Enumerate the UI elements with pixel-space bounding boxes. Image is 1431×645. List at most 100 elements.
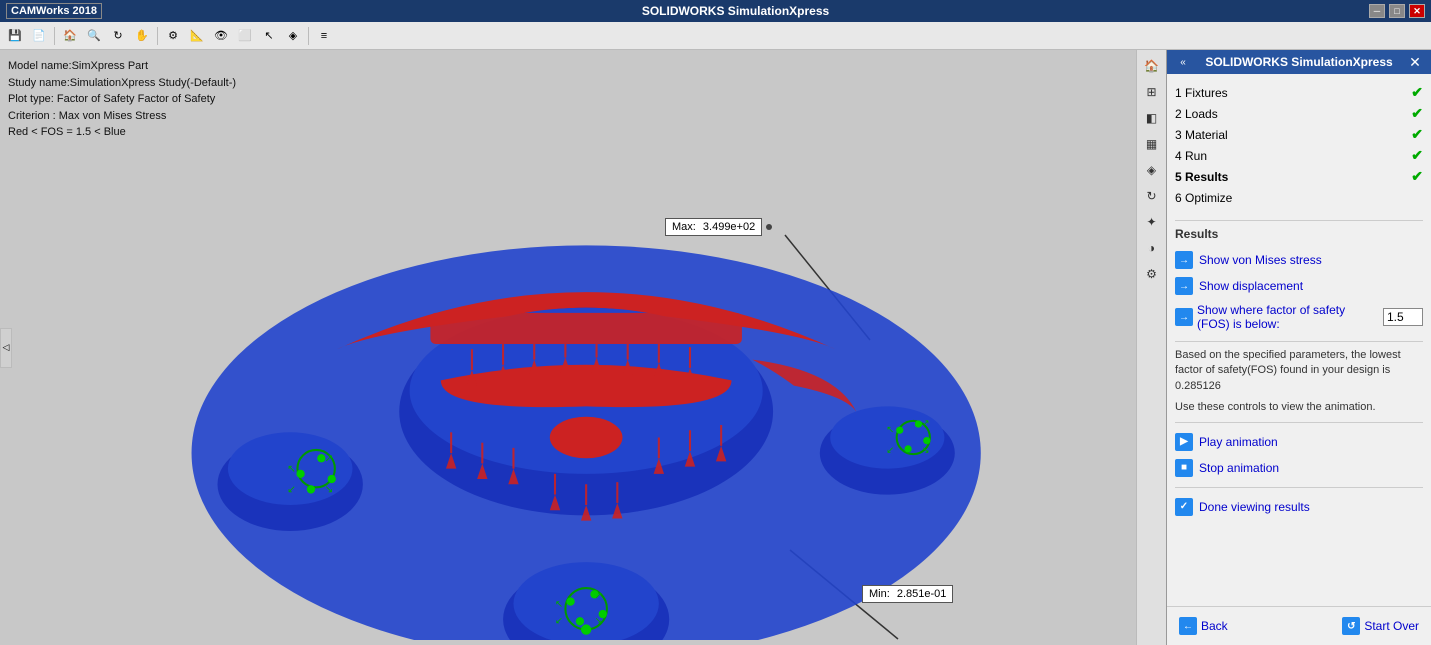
show-displacement-btn[interactable]: → Show displacement — [1175, 273, 1423, 299]
svg-text:↖: ↖ — [555, 599, 563, 609]
max-dot — [766, 224, 772, 230]
step-6: 6 Optimize ✔ — [1175, 187, 1423, 208]
app-name: CAMWorks 2018 — [6, 3, 102, 19]
step-6-check: ✔ — [1411, 189, 1423, 206]
toolbar-home[interactable]: 🏠 — [59, 25, 81, 47]
max-callout: Max: 3.499e+02 — [665, 218, 772, 236]
panel-close-button[interactable]: ✕ — [1407, 54, 1423, 70]
tool-zoom-fit[interactable]: ⊞ — [1140, 80, 1164, 104]
tool-display[interactable]: ◈ — [1140, 158, 1164, 182]
toolbar-display[interactable]: ◈ — [282, 25, 304, 47]
model-name: Model name:SimXpress Part — [8, 58, 236, 75]
fos-row: → Show where factor of safety (FOS) is b… — [1175, 299, 1423, 335]
toolbar-sep-3 — [308, 27, 309, 45]
stop-label: Stop animation — [1199, 461, 1279, 475]
toolbar-pan[interactable]: ✋ — [131, 25, 153, 47]
main-area: Model name:SimXpress Part Study name:Sim… — [0, 50, 1431, 645]
step-6-label: 6 Optimize — [1175, 191, 1411, 205]
toolbar-measure[interactable]: 📐 — [186, 25, 208, 47]
title-controls[interactable]: ─ □ ✕ — [1369, 4, 1425, 18]
panel-expand-button[interactable]: « — [1175, 54, 1191, 70]
tool-options[interactable]: ⚙ — [1140, 262, 1164, 286]
window-title: SOLIDWORKS SimulationXpress — [102, 4, 1369, 18]
toolbar-section[interactable]: ⬜ — [234, 25, 256, 47]
fos-icon: → — [1175, 308, 1193, 326]
done-label: Done viewing results — [1199, 500, 1310, 514]
toolbar-new[interactable]: 📄 — [28, 25, 50, 47]
step-4-check: ✔ — [1411, 147, 1423, 164]
simxpress-panel: « SOLIDWORKS SimulationXpress ✕ 1 Fixtur… — [1166, 50, 1431, 645]
min-callout: Min: 2.851e-01 — [862, 585, 953, 603]
step-2-check: ✔ — [1411, 105, 1423, 122]
tool-appearance[interactable]: ◑ — [1140, 236, 1164, 260]
step-5-label: 5 Results — [1175, 170, 1411, 184]
max-callout-box: Max: 3.499e+02 — [665, 218, 762, 236]
stop-animation-btn[interactable]: ■ Stop animation — [1175, 455, 1423, 481]
title-bar-left: CAMWorks 2018 — [6, 3, 102, 19]
svg-text:↘: ↘ — [922, 445, 930, 455]
show-von-mises-btn[interactable]: → Show von Mises stress — [1175, 247, 1423, 273]
close-button[interactable]: ✕ — [1409, 4, 1425, 18]
step-3-check: ✔ — [1411, 126, 1423, 143]
displacement-label: Show displacement — [1199, 279, 1303, 293]
step-5: 5 Results ✔ — [1175, 166, 1423, 187]
min-callout-box: Min: 2.851e-01 — [862, 585, 953, 603]
play-animation-btn[interactable]: ▶ Play animation — [1175, 429, 1423, 455]
toolbar-view[interactable]: 👁 — [210, 25, 232, 47]
title-bar: CAMWorks 2018 SOLIDWORKS SimulationXpres… — [0, 0, 1431, 22]
results-title: Results — [1175, 227, 1423, 241]
step-1-label: 1 Fixtures — [1175, 86, 1411, 100]
3d-model: ↖ ↗ ↘ ↙ ↖ ↗ ↘ ↙ — [30, 100, 1080, 640]
fos-label: Show where factor of safety (FOS) is bel… — [1197, 303, 1379, 331]
start-over-icon: ↺ — [1342, 617, 1360, 635]
panel-footer: ← Back ↺ Start Over — [1167, 606, 1431, 645]
step-4-label: 4 Run — [1175, 149, 1411, 163]
step-2: 2 Loads ✔ — [1175, 103, 1423, 124]
restore-button[interactable]: □ — [1389, 4, 1405, 18]
done-viewing-btn[interactable]: ✓ Done viewing results — [1175, 494, 1423, 520]
svg-text:↖: ↖ — [886, 424, 894, 434]
back-button[interactable]: ← Back — [1175, 615, 1232, 637]
toolbar-save[interactable]: 💾 — [4, 25, 26, 47]
steps-list: 1 Fixtures ✔ 2 Loads ✔ 3 Material ✔ 4 Ru… — [1175, 82, 1423, 208]
back-icon: ← — [1179, 617, 1197, 635]
toolbar-rotate[interactable]: ↻ — [107, 25, 129, 47]
left-collapse-tab[interactable]: ◁ — [0, 328, 12, 368]
toolbar-settings[interactable]: ⚙ — [162, 25, 184, 47]
step-1-check: ✔ — [1411, 84, 1423, 101]
step-1: 1 Fixtures ✔ — [1175, 82, 1423, 103]
svg-text:↙: ↙ — [555, 615, 563, 625]
tool-section[interactable]: ▦ — [1140, 132, 1164, 156]
divider-3 — [1175, 422, 1423, 423]
study-name: Study name:SimulationXpress Study(-Defau… — [8, 75, 236, 92]
start-over-button[interactable]: ↺ Start Over — [1338, 615, 1423, 637]
back-label: Back — [1201, 619, 1228, 633]
fos-input[interactable] — [1383, 308, 1423, 326]
tool-rotate-view[interactable]: ↻ — [1140, 184, 1164, 208]
divider-1 — [1175, 220, 1423, 221]
toolbar-sep-2 — [157, 27, 158, 45]
svg-text:↙: ↙ — [886, 445, 894, 455]
tool-prev-view[interactable]: ◧ — [1140, 106, 1164, 130]
toolbar: 💾 📄 🏠 🔍 ↻ ✋ ⚙ 📐 👁 ⬜ ↖ ◈ ≡ — [0, 22, 1431, 50]
toolbar-layers[interactable]: ≡ — [313, 25, 335, 47]
minimize-button[interactable]: ─ — [1369, 4, 1385, 18]
svg-text:↗: ↗ — [594, 590, 602, 600]
step-5-check: ✔ — [1411, 168, 1423, 185]
min-value: 2.851e-01 — [897, 588, 947, 600]
play-icon: ▶ — [1175, 433, 1193, 451]
tool-home[interactable]: 🏠 — [1140, 54, 1164, 78]
start-over-label: Start Over — [1364, 619, 1419, 633]
svg-text:↖: ↖ — [287, 464, 296, 475]
panel-header: « SOLIDWORKS SimulationXpress ✕ — [1167, 50, 1431, 74]
stop-icon: ■ — [1175, 459, 1193, 477]
max-value: 3.499e+02 — [703, 221, 755, 233]
toolbar-select[interactable]: ↖ — [258, 25, 280, 47]
svg-text:↙: ↙ — [287, 485, 296, 496]
done-icon: ✓ — [1175, 498, 1193, 516]
step-2-label: 2 Loads — [1175, 107, 1411, 121]
svg-text:↘: ↘ — [594, 615, 602, 625]
toolbar-zoom[interactable]: 🔍 — [83, 25, 105, 47]
tool-3d[interactable]: ✦ — [1140, 210, 1164, 234]
viewport[interactable]: Model name:SimXpress Part Study name:Sim… — [0, 50, 1136, 645]
